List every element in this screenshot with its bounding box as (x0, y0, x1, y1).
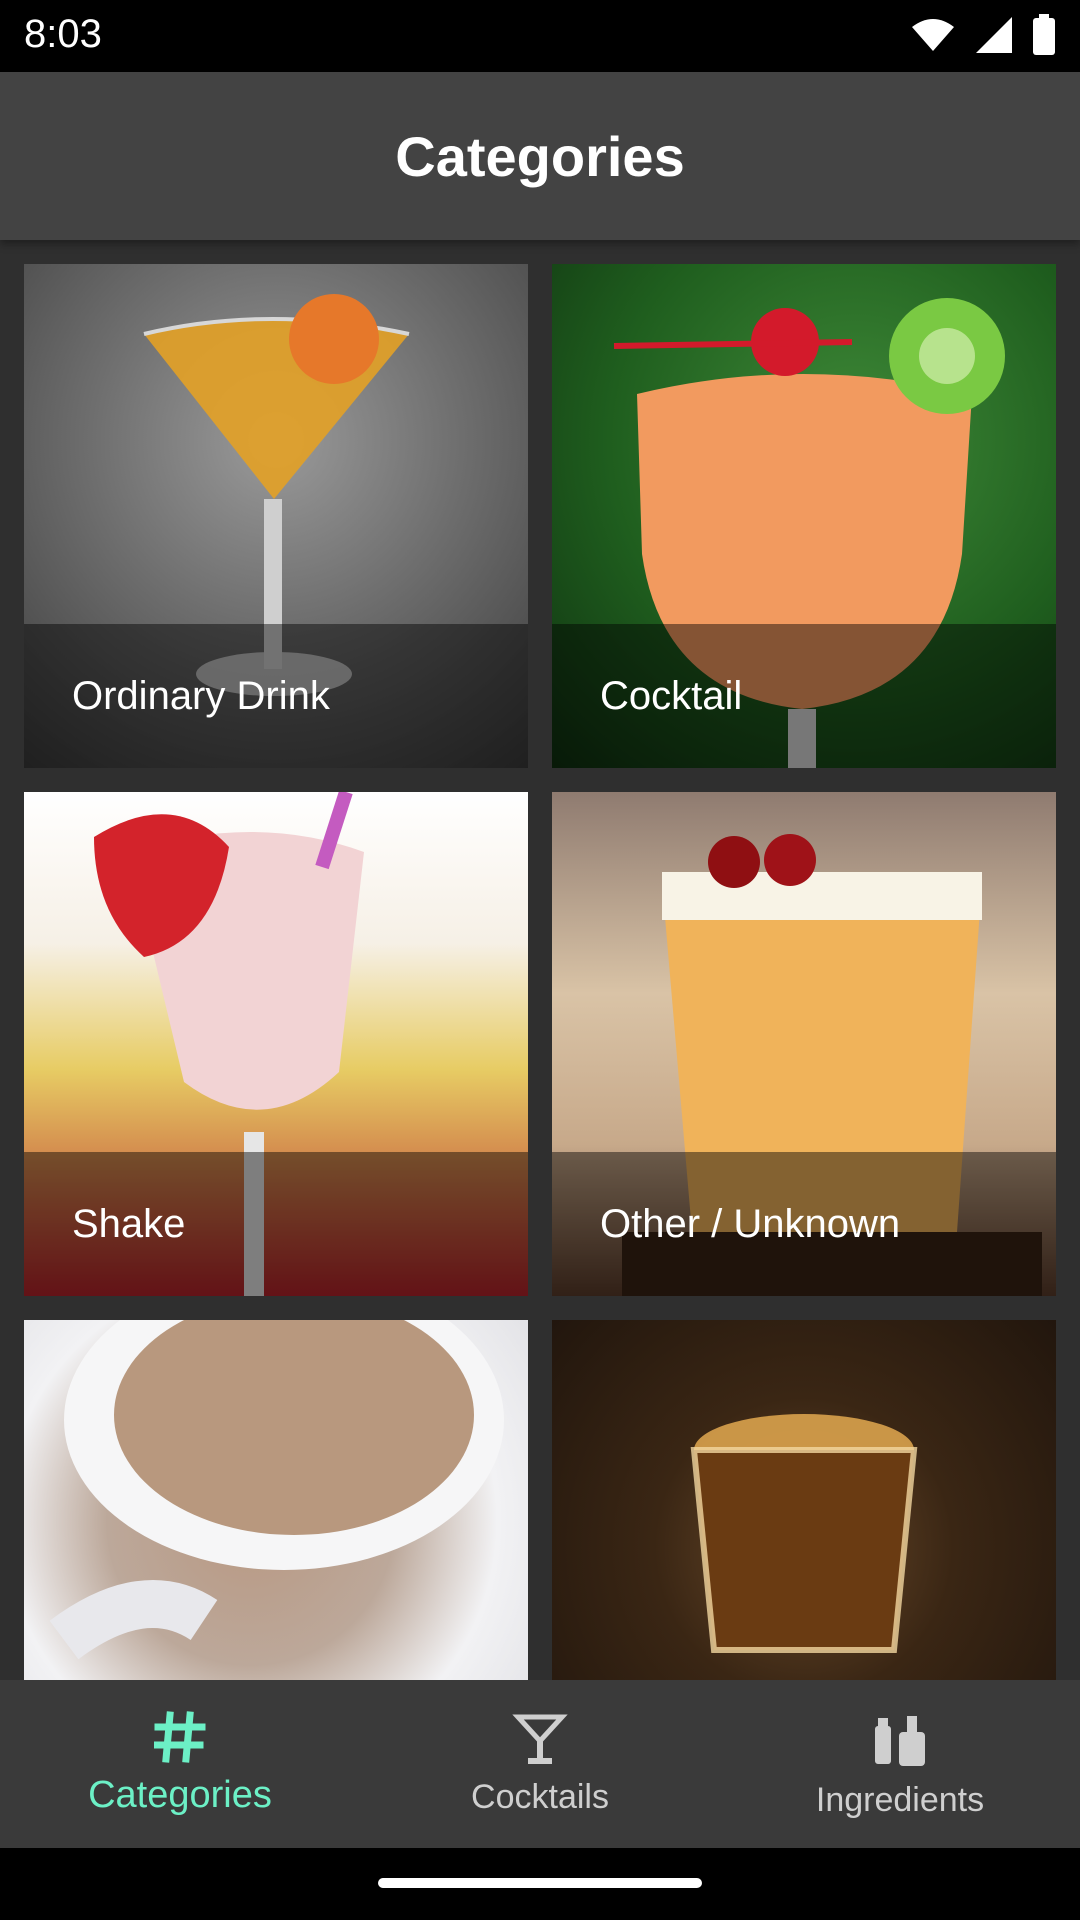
app-bar: Categories (0, 72, 1080, 240)
bottom-navigation: Categories Cocktails Ingredients (0, 1680, 1080, 1848)
bottles-icon (869, 1708, 931, 1775)
category-label: Cocktail (600, 673, 743, 718)
category-tile-ordinary-drink[interactable]: Ordinary Drink (24, 264, 528, 768)
wifi-icon (910, 17, 956, 58)
category-tile-coffee[interactable] (24, 1320, 528, 1680)
page-title: Categories (395, 124, 685, 188)
nav-label: Cocktails (471, 1778, 609, 1816)
status-bar: 8:03 (0, 0, 1080, 72)
battery-icon (1032, 14, 1056, 61)
nav-item-categories[interactable]: Categories (0, 1680, 360, 1848)
category-label: Shake (72, 1201, 186, 1246)
shot-glass-photo (552, 1320, 1056, 1680)
category-tile-shake[interactable]: Shake (24, 792, 528, 1296)
nav-item-cocktails[interactable]: Cocktails (360, 1680, 720, 1848)
category-tile-other-unknown[interactable]: Other / Unknown (552, 792, 1056, 1296)
nav-item-ingredients[interactable]: Ingredients (720, 1680, 1080, 1848)
cocktail-glass-icon (512, 1711, 568, 1772)
status-time: 8:03 (24, 12, 102, 56)
tile-caption: Shake (24, 1152, 528, 1296)
home-indicator[interactable] (378, 1878, 702, 1888)
category-label: Ordinary Drink (72, 673, 330, 718)
nav-label: Ingredients (815, 1781, 985, 1819)
hash-icon (152, 1711, 206, 1768)
status-icons (910, 14, 1056, 61)
category-label: Other / Unknown (600, 1201, 901, 1246)
category-tile-cocktail[interactable]: Cocktail (552, 264, 1056, 768)
signal-icon (974, 15, 1014, 60)
category-tile-shot[interactable] (552, 1320, 1056, 1680)
coffee-cup-photo (24, 1320, 528, 1680)
tile-caption: Cocktail (552, 624, 1056, 768)
tile-caption: Other / Unknown (552, 1152, 1056, 1296)
nav-label: Categories (88, 1774, 272, 1816)
gesture-navigation-bar (0, 1848, 1080, 1920)
tile-caption: Ordinary Drink (24, 624, 528, 768)
category-grid[interactable]: Ordinary Drink Cocktail Shake Other / Un… (24, 264, 1056, 1680)
